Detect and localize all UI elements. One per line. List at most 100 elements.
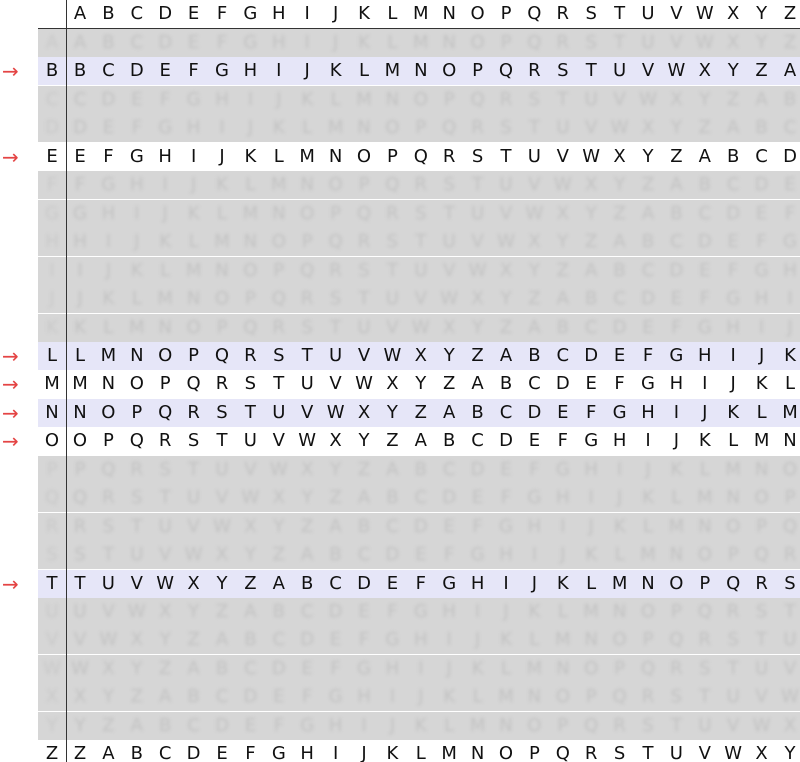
cell-letter: X [670,88,683,110]
cell-letter: D [697,231,712,253]
cell-letter: N [130,344,144,366]
header-letter-e: E [187,3,200,24]
row-label-c: C [45,88,59,110]
cell-letter: A [102,743,115,762]
cell-letter: K [159,231,172,253]
cell-letter: U [243,430,257,452]
cell-letter: D [470,458,485,480]
cell-letter: M [356,88,372,110]
cell-letter: M [242,202,259,224]
cell-letter: Y [216,572,228,594]
cell-letter: D [612,316,627,338]
cell-letter: R [471,117,484,139]
cell-letter: G [612,401,627,423]
cell-letter: E [131,88,143,110]
cell-letter: A [443,401,456,423]
cell-letter: W [269,458,288,480]
cell-letter: W [71,657,89,679]
cell-letter: J [105,259,112,281]
cell-letter: O [498,743,514,762]
cell-letter: T [330,316,342,338]
cell-letter: Y [500,288,512,310]
cell-letter: U [414,259,428,281]
cell-letter: H [158,145,172,167]
cell-letter: Q [186,373,201,395]
cell-letter: N [783,430,797,452]
cell-letter: C [613,288,626,310]
cell-letter: B [585,288,598,310]
cell-letter: U [187,487,201,509]
cell-letter: T [443,202,455,224]
cell-letter: W [497,231,515,253]
cell-letter: R [584,743,598,762]
cell-letter: W [582,145,601,167]
cell-letter: C [698,202,712,224]
cell-letter: L [103,316,114,338]
cell-letter: B [613,259,626,281]
cell-letter: T [557,88,569,110]
cell-letter: M [185,259,202,281]
cell-letter: M [129,316,145,338]
cell-letter: B [670,202,683,224]
cell-letter: P [188,344,200,366]
cell-letter: A [499,344,513,366]
cell-letter: V [187,515,200,537]
cell-letter: L [472,686,483,708]
cell-letter: O [271,231,286,253]
cell-letter: U [726,686,740,708]
cell-letter: J [304,60,310,82]
cell-letter: Y [386,401,398,423]
cell-letter: Q [129,430,144,452]
cell-letter: C [755,145,768,167]
cell-letter: K [272,117,285,139]
cell-letter: O [697,544,712,566]
cell-letter: P [386,145,398,167]
cell-letter: I [702,373,708,395]
cell-letter: W [383,344,402,366]
row-arrow-icon: → [2,400,19,425]
cell-letter: Y [273,515,285,537]
header-letter-h: H [272,3,286,24]
row-label-q: Q [44,487,60,509]
row-label-l: L [46,344,58,366]
cell-letter: C [130,32,144,53]
cell-letter: P [699,572,711,594]
cell-letter: T [415,231,427,253]
cell-letter: A [641,202,655,224]
cell-letter: S [585,32,597,53]
cell-letter: X [244,515,257,537]
cell-letter: J [332,32,339,53]
cell-letter: C [670,231,683,253]
cell-letter: C [783,117,797,139]
row-label-o: O [44,430,60,452]
cell-letter: Z [187,629,200,651]
cell-letter: P [784,487,796,509]
cell-letter: K [642,487,654,509]
cell-letter: B [443,430,456,452]
cell-letter: J [673,430,680,452]
cell-letter: E [74,145,86,167]
cell-letter: L [500,657,512,679]
cell-letter: R [73,515,87,537]
cell-letter: M [555,629,571,651]
cell-letter: Y [670,117,682,139]
cell-letter: K [187,202,200,224]
cell-letter: B [641,231,655,253]
cell-letter: V [215,487,229,509]
cell-letter: R [556,32,570,53]
cell-letter: U [471,202,485,224]
cell-letter: E [273,686,285,708]
cell-letter: M [384,60,401,82]
cell-letter: K [471,657,484,679]
cell-letter: H [669,373,684,395]
cell-letter: L [642,515,654,537]
cell-letter: H [527,515,542,537]
cell-letter: G [754,259,769,281]
cell-letter: E [216,743,228,762]
cell-letter: K [613,515,626,537]
cell-letter: T [699,686,711,708]
cell-letter: M [640,544,656,566]
cell-letter: V [414,288,427,310]
cell-letter: W [411,316,430,338]
cell-letter: J [219,145,225,167]
